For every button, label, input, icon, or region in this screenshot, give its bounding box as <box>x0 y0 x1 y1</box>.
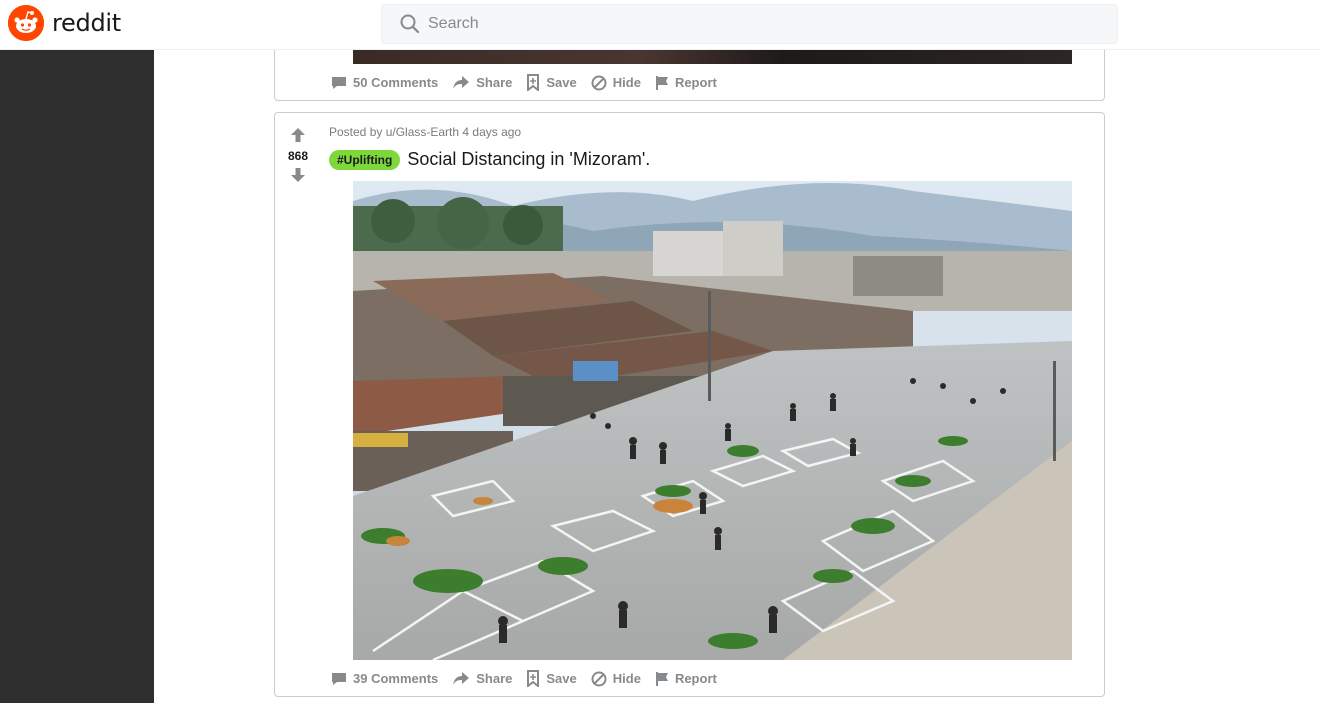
hide-icon <box>591 671 607 686</box>
brand-wordmark: reddit <box>52 9 121 37</box>
post-title-row: #Uplifting Social Distancing in 'Mizoram… <box>329 149 650 170</box>
report-label: Report <box>674 75 717 90</box>
top-header: reddit <box>0 0 1320 50</box>
hide-icon <box>591 75 607 90</box>
hide-button[interactable]: Hide <box>591 75 641 91</box>
report-icon <box>655 671 668 686</box>
post-action-bar: 50 Comments Share Save Hide Report <box>331 74 717 91</box>
search-input[interactable] <box>428 15 1078 33</box>
left-sidebar <box>0 50 154 703</box>
save-icon <box>527 670 540 687</box>
share-button[interactable]: Share <box>452 671 512 687</box>
vote-column: 868 <box>283 127 313 183</box>
post-image[interactable] <box>353 181 1072 660</box>
reddit-logo-icon <box>8 5 44 41</box>
share-icon <box>453 75 470 89</box>
comments-label: 50 Comments <box>353 75 439 90</box>
report-button[interactable]: Report <box>655 671 717 687</box>
report-button[interactable]: Report <box>655 75 717 91</box>
report-label: Report <box>674 671 717 686</box>
comment-icon <box>332 76 346 89</box>
save-label: Save <box>546 671 577 686</box>
hide-label: Hide <box>612 75 641 90</box>
share-icon <box>453 671 470 685</box>
vote-score: 868 <box>287 149 309 163</box>
downvote-icon[interactable] <box>290 167 306 183</box>
upvote-icon[interactable] <box>290 127 306 143</box>
save-icon <box>527 74 540 91</box>
save-button[interactable]: Save <box>526 670 577 687</box>
comment-icon <box>332 672 346 685</box>
comments-button[interactable]: 50 Comments <box>331 75 438 91</box>
share-label: Share <box>476 75 513 90</box>
post-action-bar: 39 Comments Share Save Hide Report <box>331 670 717 687</box>
post-meta[interactable]: Posted by u/Glass-Earth 4 days ago <box>329 125 521 139</box>
post-title[interactable]: Social Distancing in 'Mizoram'. <box>407 149 650 170</box>
hide-label: Hide <box>612 671 641 686</box>
save-label: Save <box>546 75 577 90</box>
share-button[interactable]: Share <box>452 75 512 91</box>
save-button[interactable]: Save <box>526 74 577 91</box>
post-card[interactable]: 868 Posted by u/Glass-Earth 4 days ago #… <box>274 112 1105 697</box>
reddit-logo[interactable]: reddit <box>8 5 121 41</box>
search-bar[interactable] <box>381 4 1118 44</box>
comments-label: 39 Comments <box>353 671 439 686</box>
hide-button[interactable]: Hide <box>591 671 641 687</box>
search-icon <box>400 14 420 34</box>
comments-button[interactable]: 39 Comments <box>331 671 438 687</box>
share-label: Share <box>476 671 513 686</box>
post-flair[interactable]: #Uplifting <box>329 149 401 170</box>
report-icon <box>655 75 668 90</box>
